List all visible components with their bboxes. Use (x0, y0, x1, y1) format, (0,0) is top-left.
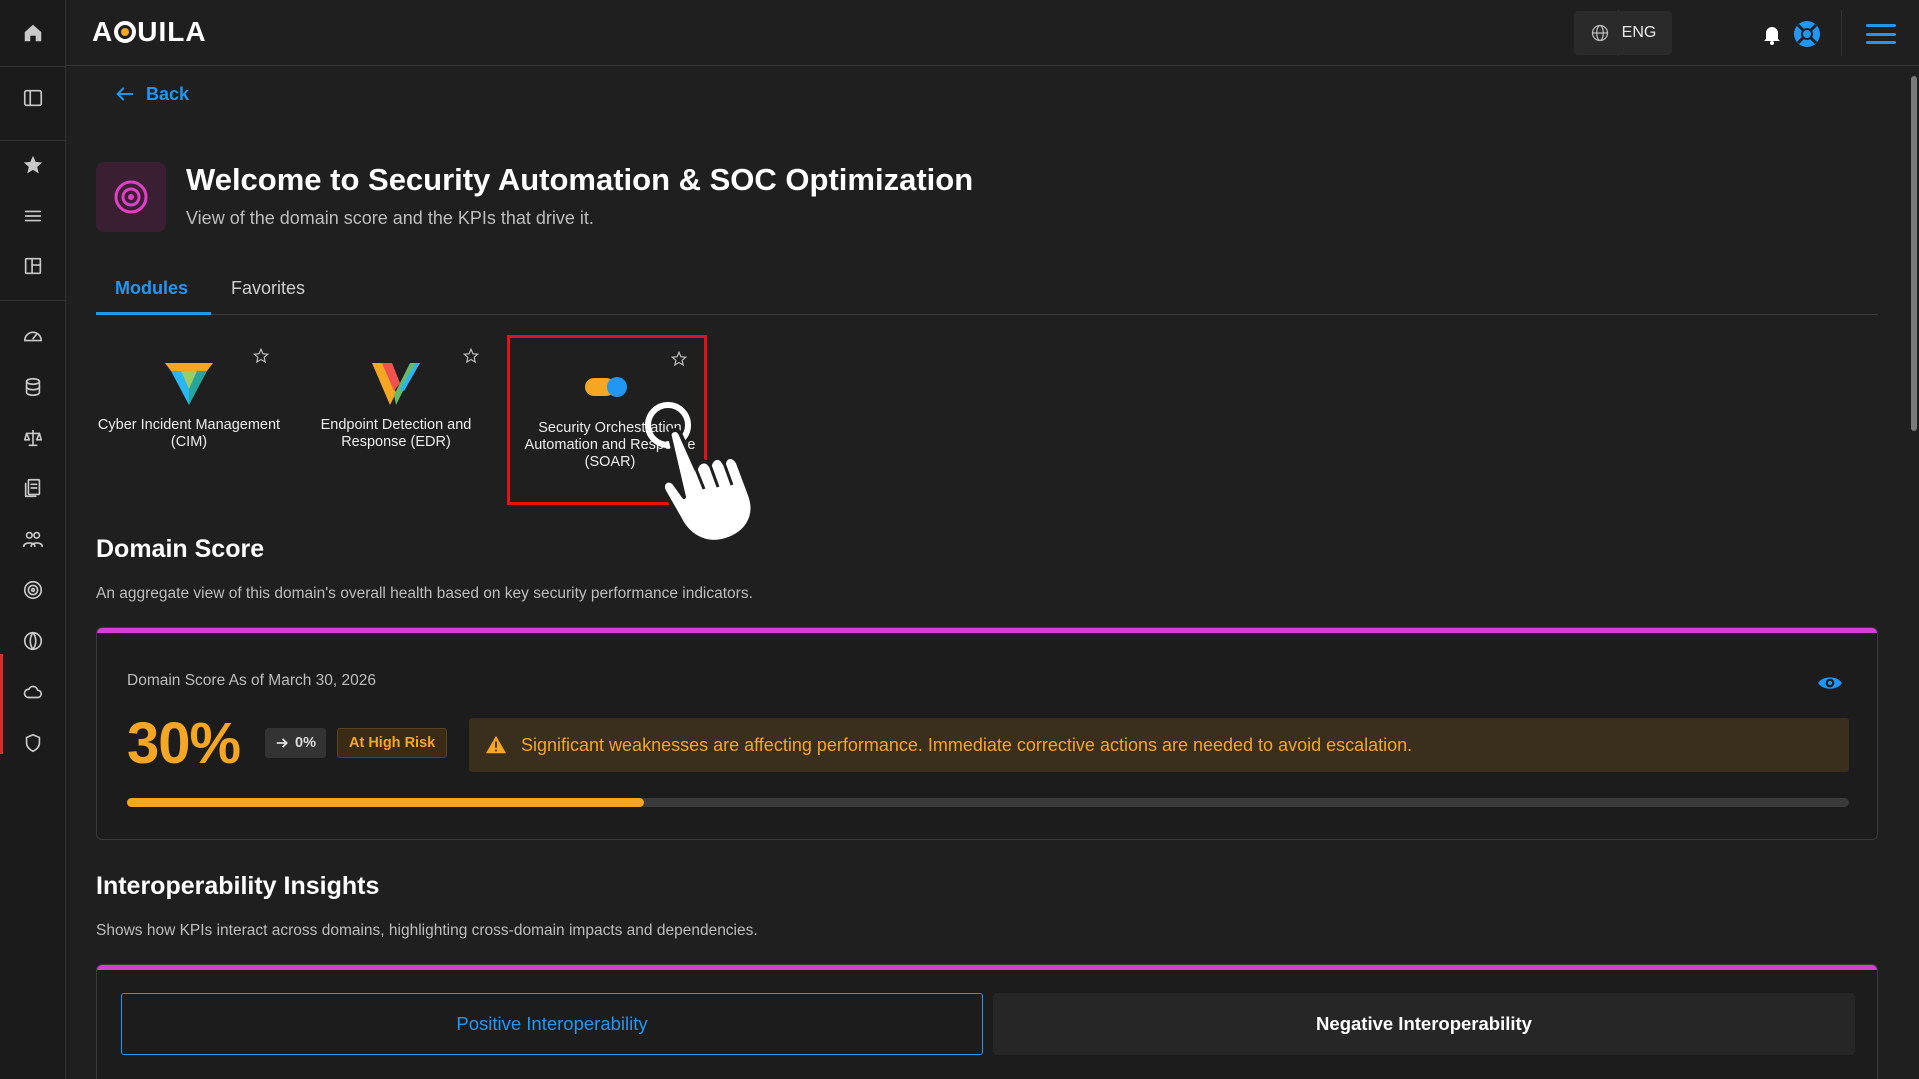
card-accent-line (97, 965, 1877, 970)
edr-logo-icon (372, 363, 420, 405)
score-as-of-date: Domain Score As of March 30, 2026 (127, 672, 376, 689)
domain-score-subtitle: An aggregate view of this domain's overa… (96, 585, 753, 602)
page-title: Welcome to Security Automation & SOC Opt… (186, 162, 974, 197)
speedometer-icon[interactable] (0, 314, 66, 358)
interop-subtitle: Shows how KPIs interact across domains, … (96, 922, 758, 939)
tab-favorites[interactable]: Favorites (231, 278, 305, 299)
bell-icon[interactable] (1760, 22, 1784, 46)
left-nav-rail (0, 0, 66, 1079)
score-delta-value: 0% (295, 735, 316, 751)
module-label: Endpoint Detection and Response (EDR) (320, 417, 472, 450)
logo-text-start: A (92, 16, 114, 47)
main-menu-button[interactable] (1866, 21, 1896, 47)
back-label: Back (146, 83, 190, 104)
scale-icon[interactable] (0, 416, 66, 460)
globe-half-icon[interactable] (0, 619, 66, 663)
back-link[interactable]: Back (114, 83, 189, 105)
domain-score-card: Domain Score As of March 30, 2026 30% 0%… (96, 627, 1878, 840)
active-tab-underline (96, 312, 211, 315)
menu-bar (1866, 32, 1896, 36)
rail-divider (0, 66, 66, 67)
globe-icon (1591, 24, 1608, 42)
arrow-right-icon (276, 738, 288, 748)
score-alert-banner: Significant weaknesses are affecting per… (469, 718, 1849, 772)
favorite-star-icon[interactable] (670, 350, 690, 370)
score-delta-badge: 0% (265, 728, 326, 758)
favorite-star-icon[interactable] (252, 347, 272, 367)
shield-icon[interactable] (0, 721, 66, 765)
favorite-star-icon[interactable] (462, 347, 482, 367)
language-label: ENG (1621, 24, 1657, 41)
module-label: Cyber Incident Management (CIM) (97, 417, 281, 450)
language-selector[interactable]: ENG (1574, 11, 1672, 55)
interop-title: Interoperability Insights (96, 872, 380, 900)
score-value: 30% (127, 711, 241, 776)
positive-interop-button[interactable]: Positive Interoperability (121, 993, 983, 1055)
module-tabs: Modules Favorites (96, 270, 1878, 315)
home-icon[interactable] (0, 11, 66, 55)
cloud-icon[interactable] (0, 670, 66, 714)
logo-text-end: UILA (137, 16, 207, 47)
star-icon[interactable] (0, 143, 66, 187)
target-spiral-icon (114, 180, 148, 214)
logo-q-mark (114, 21, 137, 43)
target-icon[interactable] (0, 568, 66, 612)
tab-modules[interactable]: Modules (115, 278, 188, 299)
soar-logo-icon (585, 377, 627, 397)
card-accent-line (97, 628, 1877, 633)
layout-icon[interactable] (0, 244, 66, 288)
users-icon[interactable] (0, 517, 66, 561)
aquila-logo[interactable]: A UILA (92, 16, 207, 48)
top-bar: A UILA ENG (66, 0, 1919, 66)
hand-pointer-icon (645, 402, 755, 544)
module-card-cim[interactable]: Cyber Incident Management (CIM) (89, 335, 289, 505)
page-scrollbar-thumb[interactable] (1911, 76, 1917, 431)
score-progress-fill (127, 798, 644, 807)
score-alert-text: Significant weaknesses are affecting per… (521, 734, 1413, 755)
score-progress-track (127, 798, 1849, 807)
interop-card: Positive Interoperability Negative Inter… (96, 964, 1878, 1079)
menu-bar (1866, 41, 1896, 44)
rail-divider (0, 300, 66, 301)
menu-bar (1866, 24, 1896, 27)
negative-interop-button[interactable]: Negative Interoperability (993, 993, 1855, 1055)
page-subtitle: View of the domain score and the KPIs th… (186, 208, 594, 228)
sidebar-toggle-icon[interactable] (0, 76, 66, 120)
list-icon[interactable] (0, 194, 66, 238)
rail-divider (0, 140, 66, 141)
domain-score-title: Domain Score (96, 535, 265, 563)
eye-icon[interactable] (1817, 670, 1843, 696)
database-icon[interactable] (0, 365, 66, 409)
arrow-left-icon (116, 87, 134, 101)
support-lifebuoy-icon[interactable] (1792, 19, 1822, 49)
document-stack-icon[interactable] (0, 466, 66, 510)
cim-logo-icon (165, 363, 213, 405)
topbar-divider (1841, 10, 1842, 56)
module-card-edr[interactable]: Endpoint Detection and Response (EDR) (296, 335, 496, 505)
domain-icon (96, 162, 166, 232)
warning-icon (485, 735, 507, 754)
risk-status-badge: At High Risk (337, 728, 448, 758)
